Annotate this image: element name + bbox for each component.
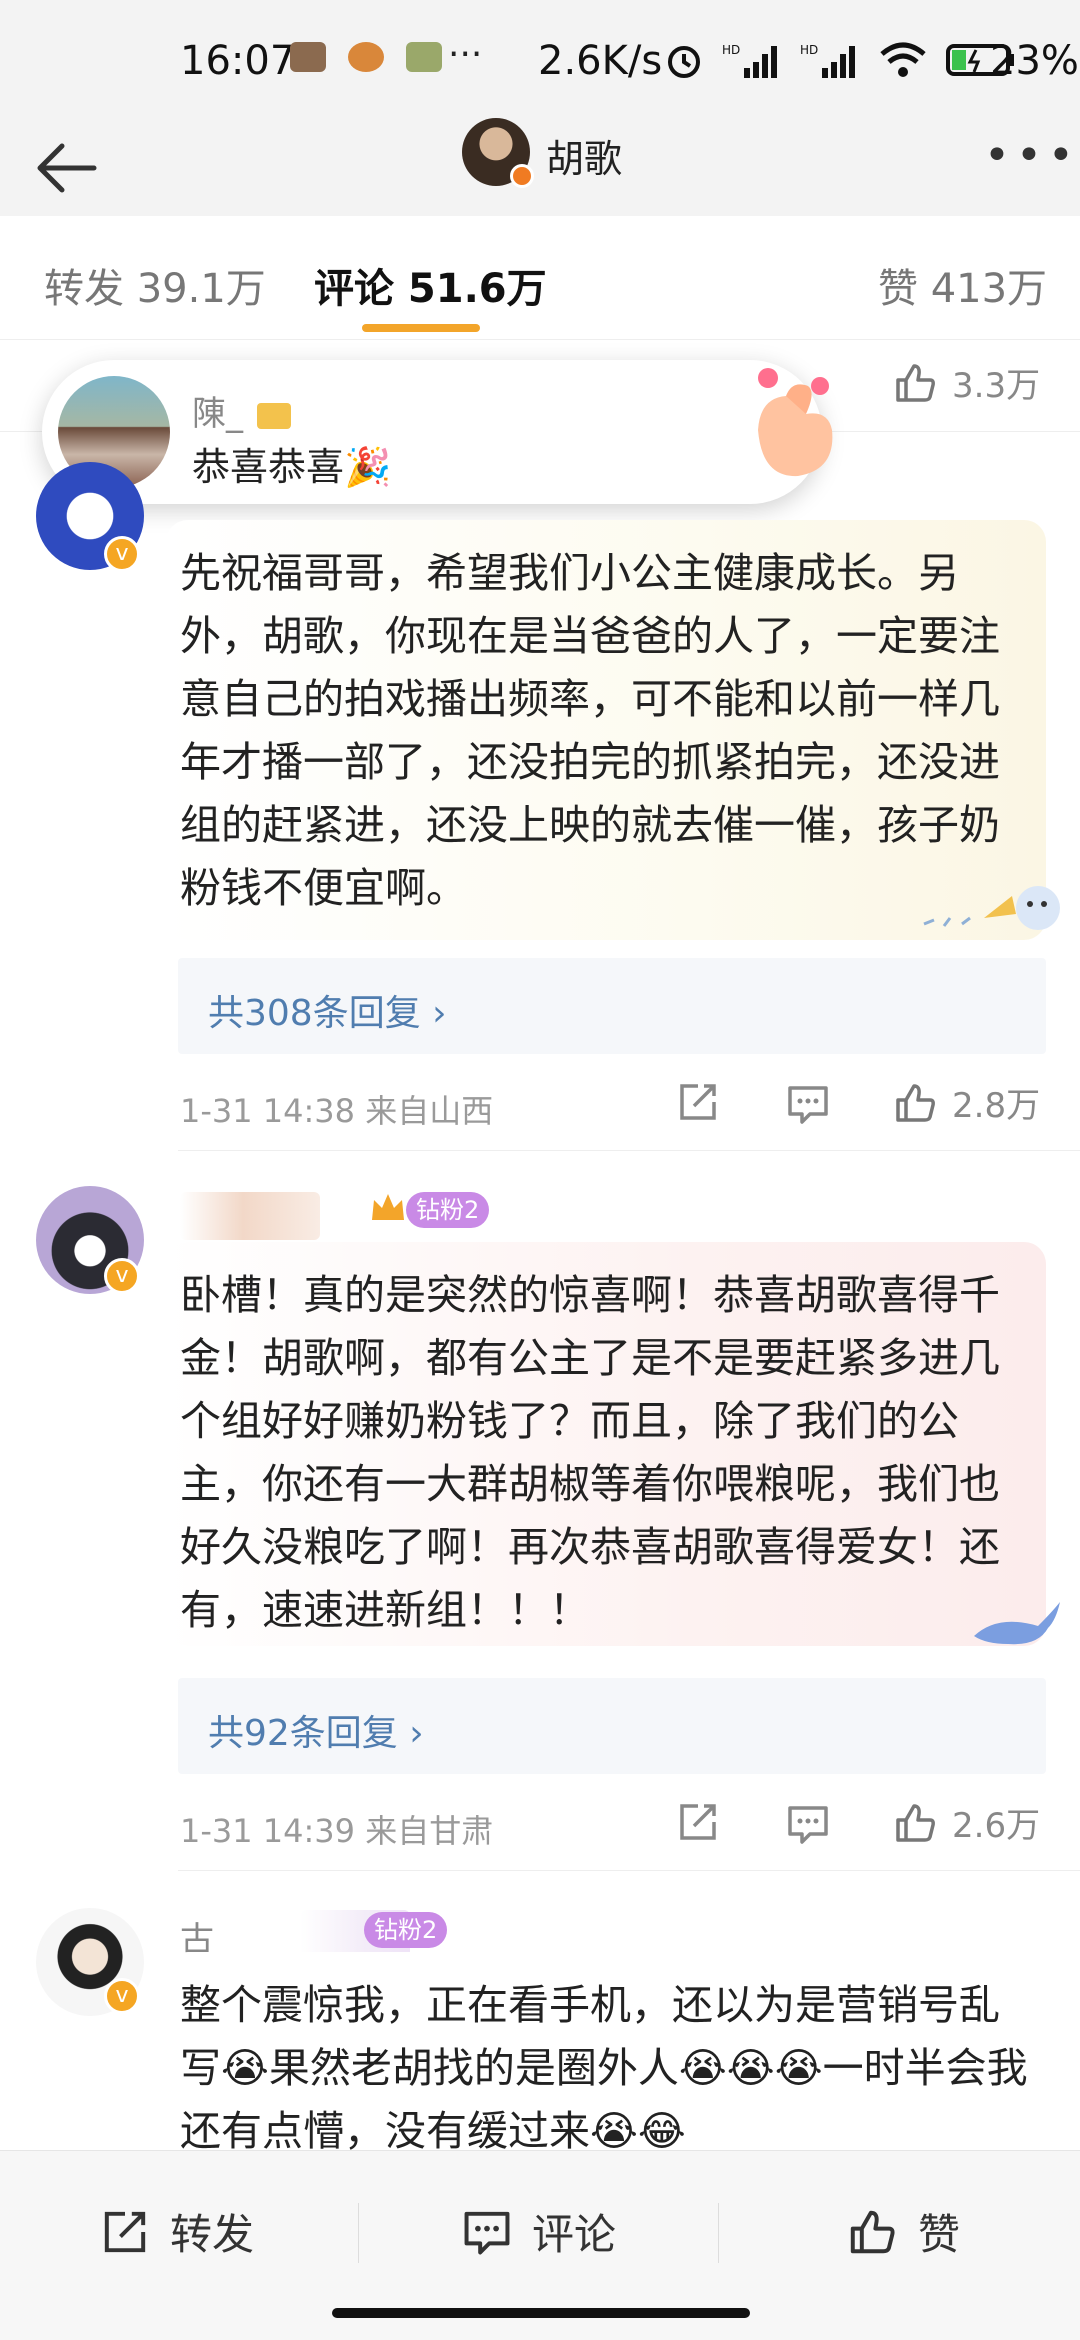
thumb-up-icon [896,1803,935,1842]
page-title[interactable]: 胡歌 [546,128,622,183]
comment-icon[interactable] [786,1082,830,1126]
comment-icon[interactable] [786,1802,830,1846]
divider [178,1150,1080,1151]
comment-label: 评论 [532,2210,617,2259]
thumb-up-icon [850,2210,895,2253]
network-speed: 2.6K/s [538,38,663,84]
thumb-up-icon [896,1083,935,1122]
like-count: 2.6万 [952,1806,1041,1846]
comment-text: 整个震惊我，正在看手机，还以为是营销号乱写😭果然老胡找的是圈外人😭😭😭一时半会我… [180,1981,1028,2155]
comment-text: 先祝福哥哥，希望我们小公主健康成长。另外，胡歌，你现在是当爸爸的人了，一定要注意… [180,549,1000,912]
share-icon[interactable] [676,1800,720,1844]
divider [718,2203,719,2263]
like-count: 3.3万 [952,366,1041,406]
like-count: 2.8万 [952,1086,1041,1126]
tab-comment[interactable]: 评论 51.6万 [314,256,547,314]
like-button[interactable]: 2.8万 [892,1078,1040,1127]
toast-message: 恭喜恭喜🎉 [192,445,392,489]
share-icon[interactable] [676,1080,720,1124]
home-indicator[interactable] [332,2308,750,2318]
comment-text: 卧槽！真的是突然的惊喜啊！恭喜胡歌喜得千金！胡歌啊，都有公主了是不是要赶紧多进几… [180,1271,1000,1634]
finger-heart-icon [758,368,833,477]
verified-badge-icon: v [104,536,140,572]
repost-label: 转发 [170,2210,255,2259]
thumb-up-icon [896,363,935,402]
divider [358,2203,359,2263]
reply-toast[interactable]: 陳_ 恭喜恭喜🎉 [42,360,833,504]
tab-repost[interactable]: 转发 39.1万 [44,256,266,314]
signal-hd-icon: HD [800,43,855,78]
signal-hd-icon: HD [722,43,777,78]
view-replies-link[interactable]: 共92条回复 › [178,1678,1046,1774]
active-tab-indicator [362,324,480,332]
more-notifications-icon: ··· [448,34,483,75]
svg-text:HD: HD [722,43,740,57]
verified-badge-icon: v [104,1258,140,1294]
username-obscured[interactable] [180,1192,320,1240]
toast-username: 陳_ [192,386,291,435]
app-notification-icon [406,42,442,72]
more-dots-icon[interactable]: ••• [984,130,1080,181]
comment-bubble: 整个震惊我，正在看手机，还以为是营销号乱写😭果然老胡找的是圈外人😭😭😭一时半会我… [166,1952,1046,2155]
status-time: 16:07 [180,38,296,84]
share-icon [104,2211,146,2252]
like-button[interactable]: 3.3万 [892,358,1040,407]
repost-button[interactable]: 转发 [100,2201,254,2262]
whale-decoration-icon [974,1602,1060,1645]
divider [178,1870,1080,1871]
comment-meta: 1-31 14:38 来自山西 [180,1092,494,1130]
top-nav-bar [0,120,1080,216]
system-icons: HD HD [664,40,1016,80]
app-notification-icon [348,42,384,72]
verified-badge-icon [510,164,534,188]
view-replies-link[interactable]: 共308条回复 › [178,958,1046,1054]
app-notification-icon [290,42,326,72]
bubble-decoration-icon [923,886,1060,930]
fan-badge: 钻粉2 [364,1912,448,1948]
like-button[interactable]: 赞 [846,2201,960,2262]
notification-icons [290,42,442,72]
tab-like[interactable]: 赞 413万 [878,256,1047,314]
badge-icon [257,402,291,429]
verified-badge-icon: v [104,1978,140,2014]
wifi-icon [880,42,926,77]
status-bar: 16:07 ··· 2.6K/s HD HD 23% [0,0,1080,120]
battery-percent: 23% [990,38,1079,84]
back-arrow-icon[interactable] [28,128,108,208]
comment-meta: 1-31 14:39 来自甘肃 [180,1812,494,1850]
alarm-icon [668,46,700,78]
comment-icon [464,2211,510,2254]
like-label: 赞 [918,2210,961,2259]
crown-icon [372,1194,404,1220]
comment-bubble: 卧槽！真的是突然的惊喜啊！恭喜胡歌喜得千金！胡歌啊，都有公主了是不是要赶紧多进几… [166,1242,1046,1646]
tab-bar: 转发 39.1万 评论 51.6万 赞 413万 [0,216,1080,340]
like-button[interactable]: 2.6万 [892,1798,1040,1847]
fan-badge: 钻粉2 [406,1192,490,1228]
comment-button[interactable]: 评论 [462,2201,616,2262]
svg-text:HD: HD [800,43,818,57]
